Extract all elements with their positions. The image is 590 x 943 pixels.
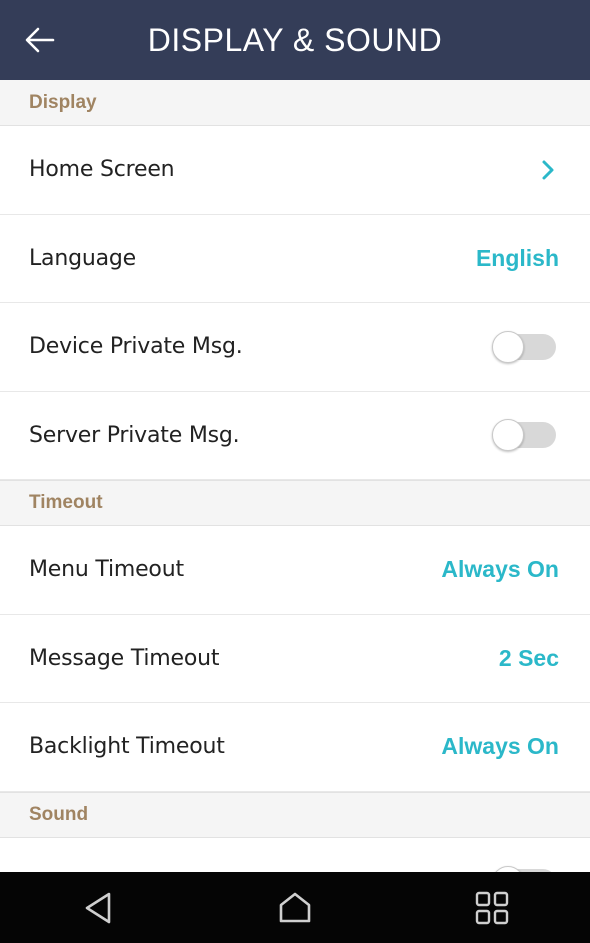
section-header-display: Display	[0, 80, 590, 126]
sound-row-partial	[0, 837, 590, 872]
page-title: DISPLAY & SOUND	[147, 21, 443, 58]
device-private-msg-row: Device Private Msg.	[0, 303, 590, 392]
triangle-back-icon	[86, 892, 111, 923]
row-label: Message Timeout	[29, 645, 220, 671]
row-label: Home Screen	[29, 157, 175, 183]
settings-list: Display Home Screen Language English Dev…	[0, 80, 590, 872]
menu-timeout-value: Always On	[441, 556, 559, 583]
row-label: Device Private Msg.	[29, 334, 243, 360]
system-nav-bar	[0, 872, 590, 943]
server-private-msg-row: Server Private Msg.	[0, 391, 590, 480]
row-label: Menu Timeout	[29, 557, 184, 583]
nav-home-button[interactable]	[265, 878, 325, 938]
language-row[interactable]: Language English	[0, 214, 590, 303]
toggle-thumb	[492, 330, 524, 363]
grid-recents-icon	[475, 891, 508, 924]
backlight-timeout-value: Always On	[441, 733, 559, 760]
row-label: Server Private Msg.	[29, 422, 240, 448]
app-bar: DISPLAY & SOUND	[0, 0, 590, 80]
language-value: English	[475, 244, 559, 271]
message-timeout-value: 2 Sec	[498, 644, 559, 671]
message-timeout-row[interactable]: Message Timeout 2 Sec	[0, 614, 590, 703]
section-header-timeout: Timeout	[0, 480, 590, 526]
backlight-timeout-row[interactable]: Backlight Timeout Always On	[0, 703, 590, 792]
row-label: Backlight Timeout	[29, 734, 225, 760]
nav-back-button[interactable]	[68, 878, 128, 938]
nav-recents-button[interactable]	[462, 878, 522, 938]
home-screen-row[interactable]: Home Screen	[0, 126, 590, 215]
server-private-msg-toggle[interactable]	[492, 419, 556, 452]
device-private-msg-toggle[interactable]	[492, 330, 556, 363]
back-button[interactable]	[18, 18, 62, 62]
chevron-right-icon	[535, 158, 555, 182]
row-label: Language	[29, 245, 136, 271]
arrow-left-icon	[25, 27, 55, 53]
home-icon	[279, 892, 311, 922]
toggle-thumb	[492, 419, 524, 452]
menu-timeout-row[interactable]: Menu Timeout Always On	[0, 526, 590, 615]
section-header-sound: Sound	[0, 791, 590, 838]
